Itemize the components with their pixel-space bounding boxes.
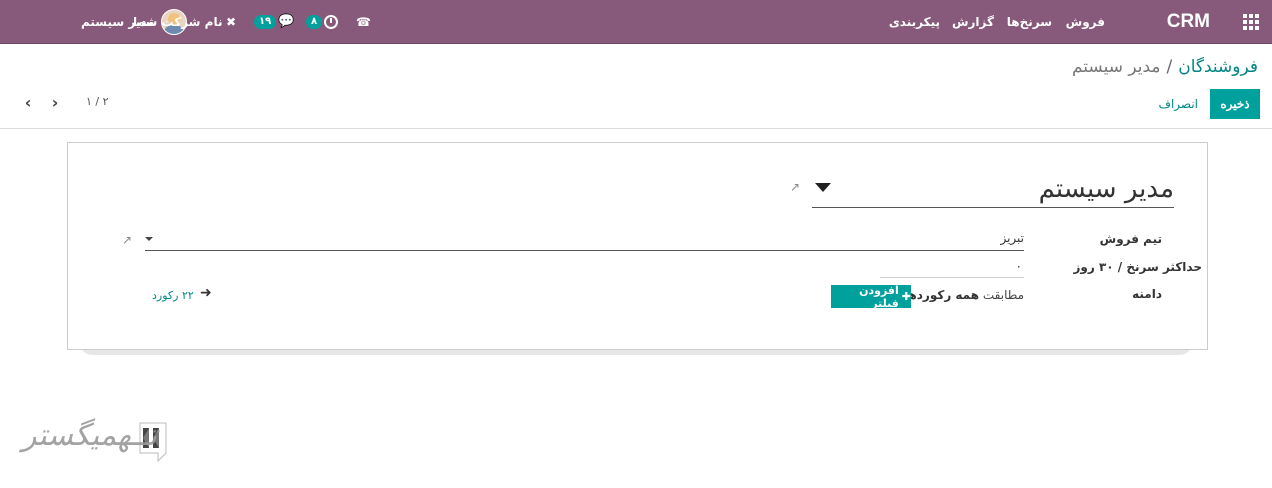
messaging-menu[interactable]: ۱۹ 💬 xyxy=(254,0,294,43)
breadcrumb-parent[interactable]: فروشندگان xyxy=(1178,57,1258,77)
menu-report[interactable]: گزارش xyxy=(952,0,994,43)
top-navbar: CRM فروش سرنخ‌ها گزارش پیکربندی مدیر سیس… xyxy=(0,0,1272,44)
app-brand[interactable]: CRM xyxy=(1167,0,1210,43)
max-leads-label: حداکثر سرنخ / ۳۰ روز xyxy=(1073,260,1202,274)
breadcrumb: فروشندگان/مدیر سیستم xyxy=(1072,57,1258,77)
domain-label: دامنه xyxy=(1132,287,1162,301)
chat-icon: 💬 xyxy=(278,14,295,29)
discard-button[interactable]: انصراف xyxy=(1159,89,1198,119)
user-name-field[interactable]: مدیر سیستم xyxy=(812,174,1174,208)
max-leads-field[interactable]: ۰ xyxy=(880,258,1024,278)
arrow-right-icon[interactable]: ➜ xyxy=(200,285,212,301)
company-switcher[interactable]: نام شرکت شما xyxy=(133,0,222,43)
domain-prefix: مطابقت xyxy=(982,288,1024,302)
apps-grid-icon[interactable] xyxy=(1242,0,1260,43)
caret-down-icon[interactable] xyxy=(815,183,831,192)
company-name: نام شرکت شما xyxy=(133,14,223,29)
max-leads-value: ۰ xyxy=(1015,259,1022,273)
plus-icon: ✚ xyxy=(901,290,911,303)
clock-icon xyxy=(324,14,339,29)
phone-icon[interactable]: ☎ xyxy=(356,0,371,43)
messages-badge: ۱۹ xyxy=(254,14,277,29)
sales-team-value: تبریز xyxy=(1000,231,1024,245)
activities-badge: ۸ xyxy=(306,14,323,29)
external-link-icon[interactable]: ↗ xyxy=(122,234,135,247)
menu-configuration[interactable]: پیکربندی xyxy=(889,0,940,43)
tools-icon[interactable]: ✖ xyxy=(226,0,236,43)
activity-menu[interactable]: ۸ xyxy=(306,0,339,43)
sales-team-label: تیم فروش xyxy=(1099,232,1162,246)
add-filter-button[interactable]: ✚ افزودن فیلتر xyxy=(831,283,911,310)
menu-sales[interactable]: فروش xyxy=(1066,0,1105,43)
sales-team-field[interactable]: تبریز xyxy=(145,230,1024,251)
user-name-value: مدیر سیستم xyxy=(1038,174,1174,204)
chevron-left-icon[interactable]: ‹ xyxy=(21,92,35,112)
caret-down-icon[interactable] xyxy=(145,237,153,241)
external-link-icon[interactable]: ↗ xyxy=(790,181,803,194)
divider xyxy=(0,128,1272,129)
add-filter-label: افزودن فیلتر xyxy=(859,283,899,310)
save-button[interactable]: ذخیره xyxy=(1210,89,1260,119)
breadcrumb-current: مدیر سیستم xyxy=(1071,57,1161,77)
domain-description: مطابقت همه رکوردها xyxy=(904,288,1024,302)
chevron-right-icon[interactable]: › xyxy=(48,92,62,112)
records-count-link[interactable]: ۲۲ رکورد xyxy=(152,289,194,302)
menu-leads[interactable]: سرنخ‌ها xyxy=(1007,0,1052,43)
domain-all-records: همه رکوردها xyxy=(903,288,980,302)
pager-value[interactable]: ۱ / ۲ xyxy=(86,95,109,108)
watermark-text: تــهمیگستر xyxy=(22,418,158,453)
breadcrumb-separator: / xyxy=(1166,57,1173,77)
